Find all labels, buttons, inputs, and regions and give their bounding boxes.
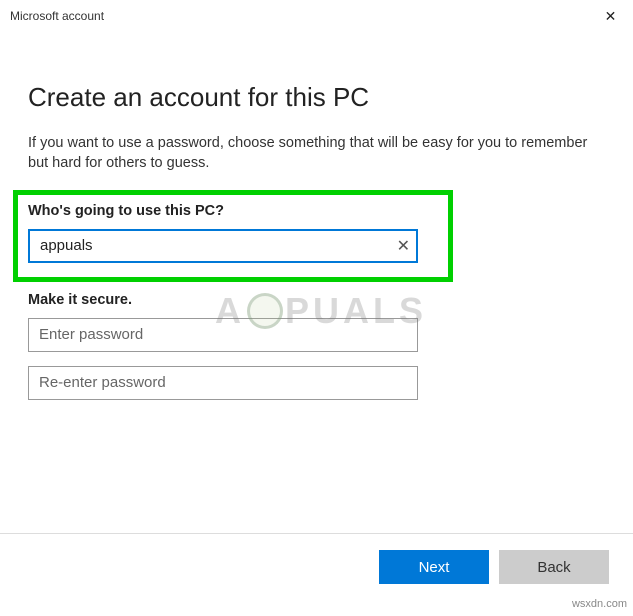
username-input[interactable] xyxy=(28,229,418,263)
username-label: Who's going to use this PC? xyxy=(28,203,438,219)
content-area: Create an account for this PC If you wan… xyxy=(0,32,633,400)
close-button[interactable]: ✕ xyxy=(588,0,633,32)
back-button[interactable]: Back xyxy=(499,550,609,584)
username-highlight-box: Who's going to use this PC? ✕ xyxy=(13,190,453,282)
footer-separator xyxy=(0,533,633,534)
secure-section: Make it secure. xyxy=(28,292,605,400)
source-tag: wsxdn.com xyxy=(572,598,627,610)
page-title: Create an account for this PC xyxy=(28,82,605,113)
reenter-password-input[interactable] xyxy=(28,366,418,400)
titlebar: Microsoft account ✕ xyxy=(0,0,633,32)
close-icon: ✕ xyxy=(605,8,617,25)
clear-input-icon[interactable]: ✕ xyxy=(397,236,410,256)
footer-buttons: Next Back xyxy=(379,550,609,584)
username-input-wrap: ✕ xyxy=(28,229,418,263)
intro-text: If you want to use a password, choose so… xyxy=(28,133,605,174)
secure-label: Make it secure. xyxy=(28,292,605,308)
password-input[interactable] xyxy=(28,318,418,352)
window-title: Microsoft account xyxy=(10,9,104,23)
next-button[interactable]: Next xyxy=(379,550,489,584)
